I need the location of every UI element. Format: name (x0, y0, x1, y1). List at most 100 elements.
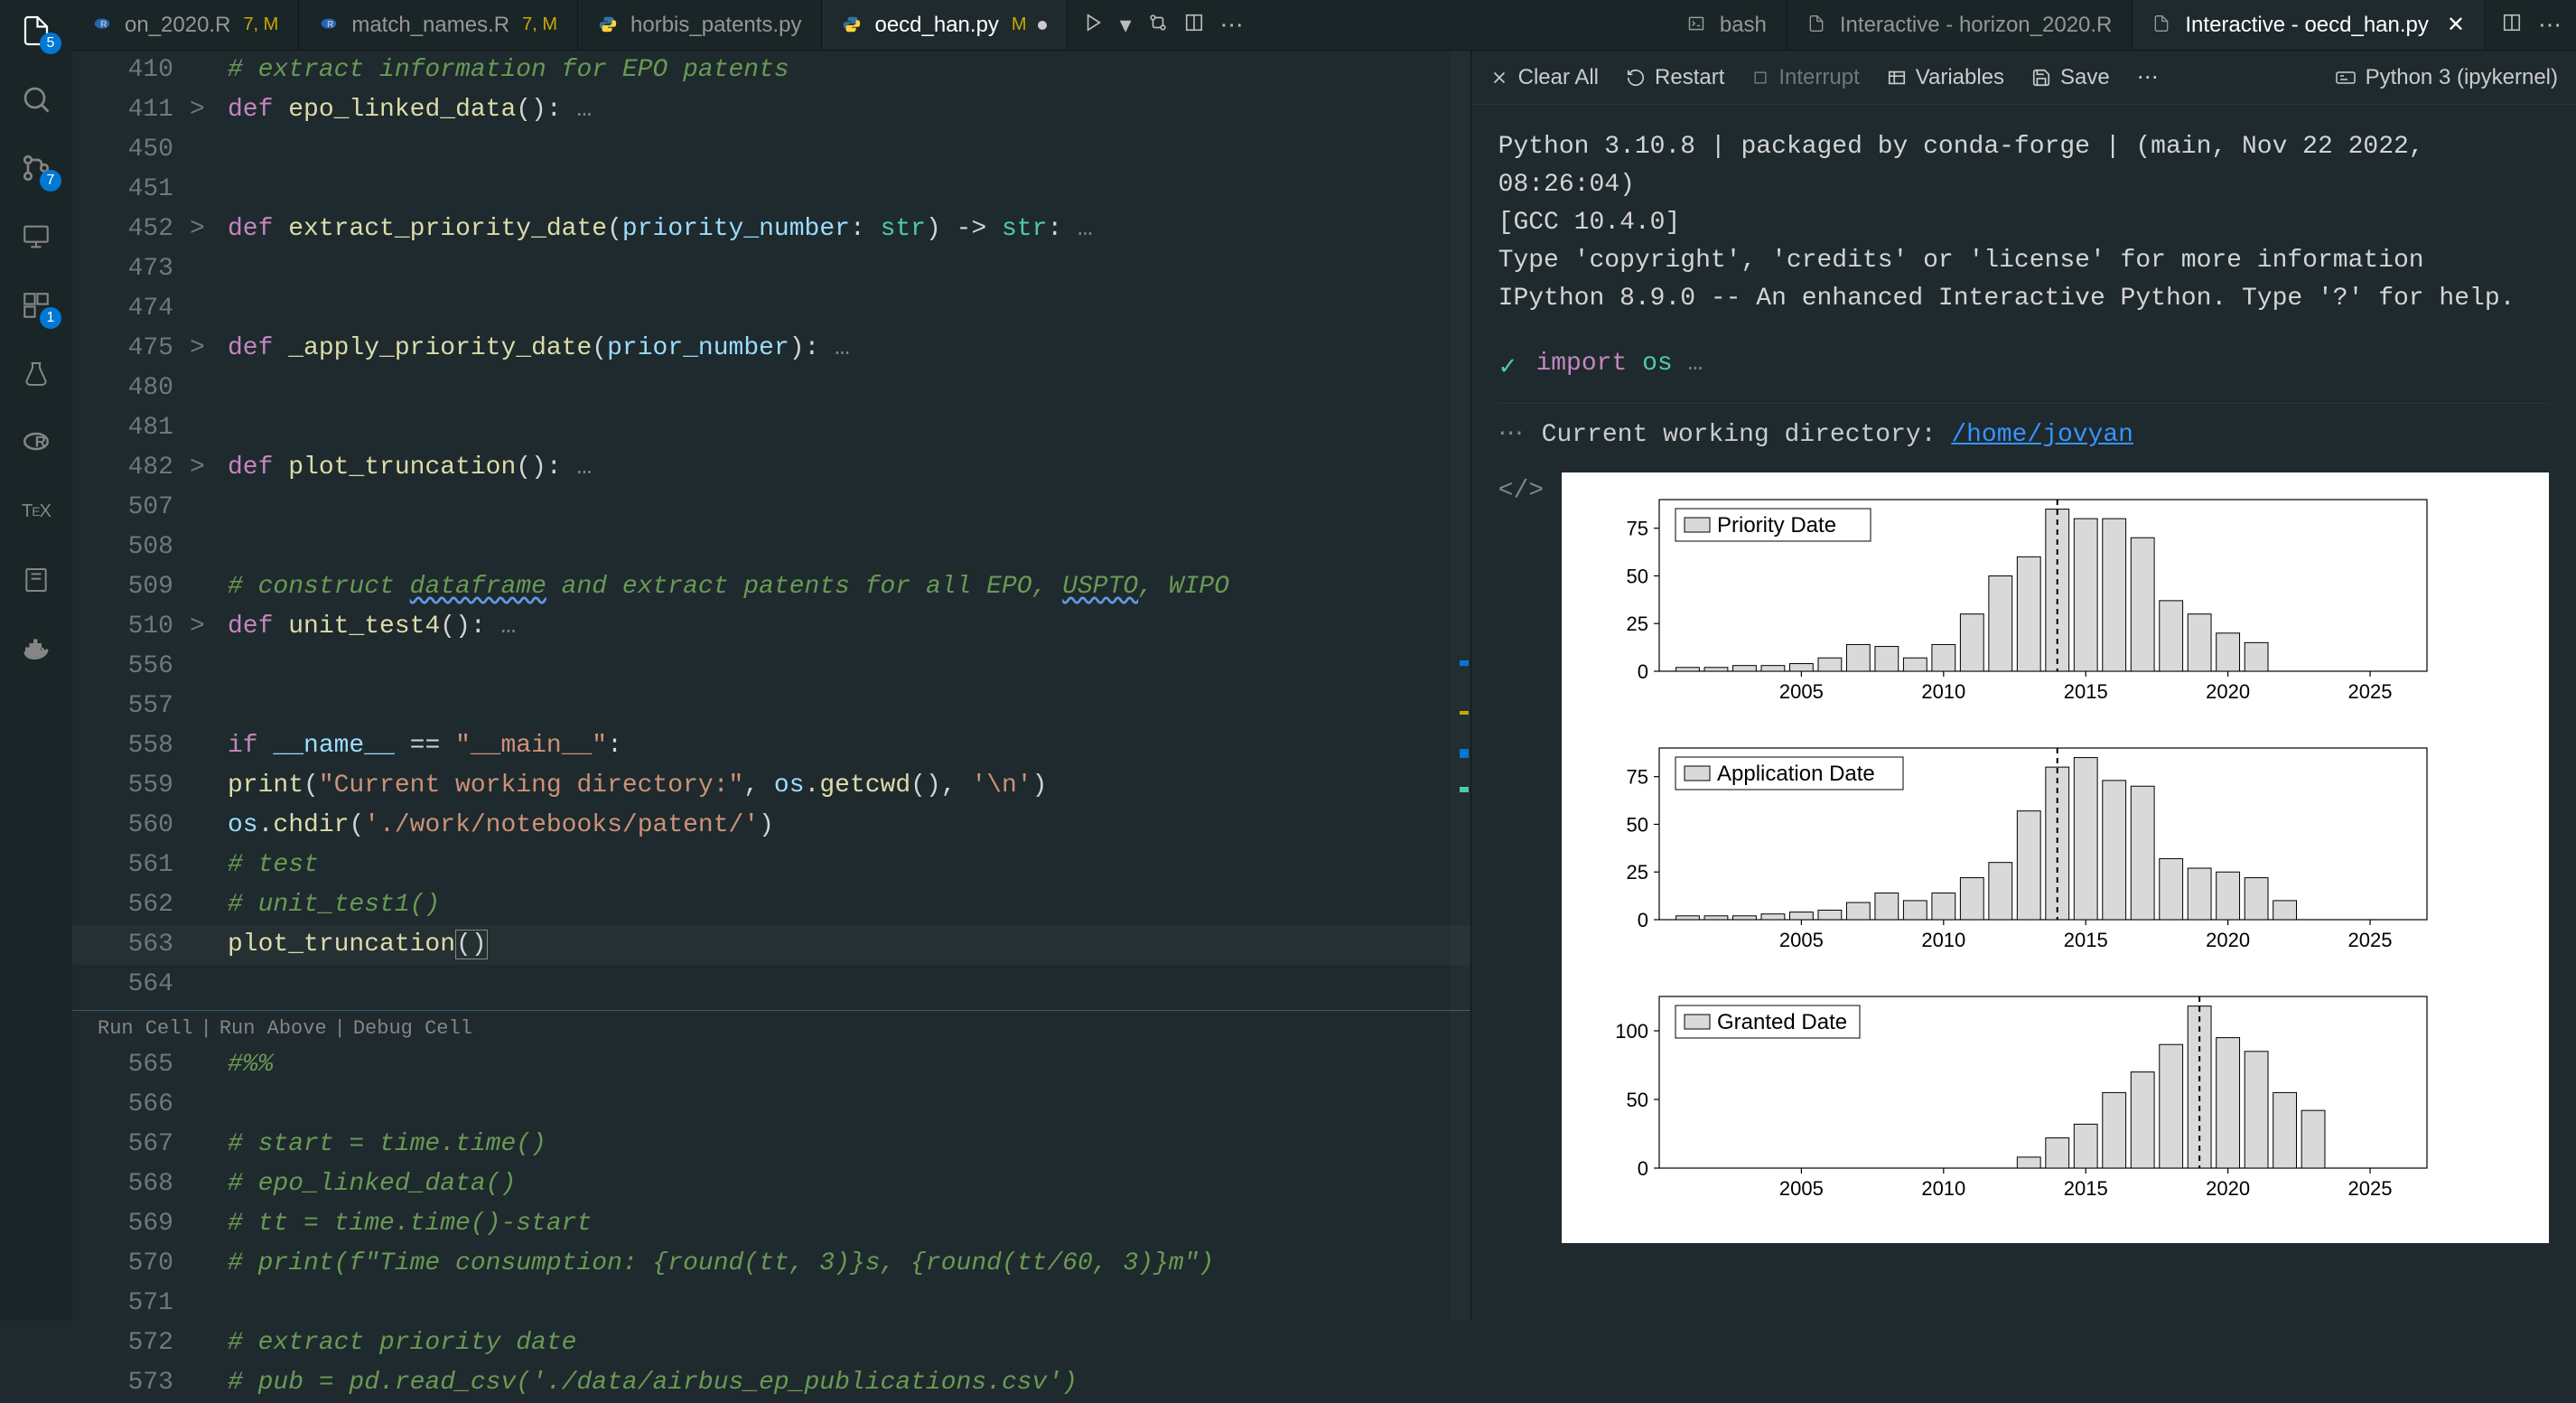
code-line[interactable]: 567 # start = time.time() (72, 1125, 1470, 1164)
interactive-tab[interactable]: Interactive - oecd_han.py✕ (2133, 0, 2486, 50)
code-line[interactable]: 563 plot_truncation() (72, 925, 1470, 965)
interrupt-button[interactable]: Interrupt (1751, 65, 1859, 90)
code-line[interactable]: 451 (72, 170, 1470, 210)
line-number: 473 (72, 249, 190, 289)
code-line[interactable]: 565#%% (72, 1045, 1470, 1085)
svg-text:2005: 2005 (1779, 1177, 1824, 1200)
fold-icon[interactable]: > (190, 448, 219, 488)
svg-text:2015: 2015 (2064, 680, 2108, 703)
code-line[interactable]: 410# extract information for EPO patents (72, 51, 1470, 90)
code-line[interactable]: 556 (72, 647, 1470, 687)
activity-extensions[interactable]: 1 (14, 284, 58, 327)
run-icon[interactable] (1084, 11, 1104, 39)
r-file-icon: R (92, 14, 114, 36)
code-line[interactable]: 559 print("Current working directory:", … (72, 766, 1470, 806)
code-editor[interactable]: 410# extract information for EPO patents… (72, 51, 1470, 1321)
svg-text:75: 75 (1627, 518, 1648, 540)
fold-icon[interactable]: > (190, 210, 219, 249)
code-line[interactable]: 509# construct dataframe and extract pat… (72, 567, 1470, 607)
code-line[interactable]: 561 # test (72, 846, 1470, 885)
code-line[interactable]: 482>def plot_truncation(): … (72, 448, 1470, 488)
code-line[interactable]: 508 (72, 528, 1470, 567)
clear-all-button[interactable]: Clear All (1489, 65, 1599, 90)
editor-tab[interactable]: horbis_patents.py (578, 0, 822, 50)
output-ellipsis-icon[interactable]: ⋯ (1498, 416, 1524, 454)
activity-book-icon[interactable] (14, 558, 58, 602)
code-line[interactable]: 571 (72, 1284, 1470, 1323)
more-right-icon[interactable]: ⋯ (2538, 11, 2562, 39)
editor-tab[interactable]: Rmatch_names.R7, M (299, 0, 578, 50)
activity-testing[interactable] (14, 352, 58, 396)
line-number: 573 (72, 1363, 190, 1403)
code-line[interactable]: 570 # print(f"Time consumption: {round(t… (72, 1244, 1470, 1284)
code-line[interactable]: 475>def _apply_priority_date(prior_numbe… (72, 329, 1470, 369)
cwd-link[interactable]: /home/jovyan (1951, 421, 2133, 449)
codelens: Run Cell | Run Above | Debug Cell (72, 1013, 1470, 1045)
git-compare-icon[interactable] (1148, 11, 1168, 39)
input-cell[interactable]: ✓ import os … (1498, 345, 2549, 387)
code-line[interactable]: 473 (72, 249, 1470, 289)
activity-remote[interactable] (14, 215, 58, 258)
code-toggle-icon[interactable]: </> (1498, 472, 1544, 510)
svg-text:100: 100 (1615, 1020, 1648, 1043)
code-line[interactable]: 510>def unit_test4(): … (72, 607, 1470, 647)
split-editor-right-icon[interactable] (2502, 11, 2522, 39)
activity-scm[interactable]: 7 (14, 146, 58, 190)
code-line[interactable]: 566 (72, 1085, 1470, 1125)
line-number: 570 (72, 1244, 190, 1284)
interactive-tab[interactable]: Interactive - horizon_2020.R (1787, 0, 2133, 50)
minimap[interactable] (1451, 51, 1470, 1321)
py-file-icon (842, 14, 863, 36)
code-line[interactable]: 564 (72, 965, 1470, 1005)
code-line[interactable]: 569 # tt = time.time()-start (72, 1204, 1470, 1244)
activity-r-icon[interactable]: R (14, 421, 58, 464)
code-line[interactable]: 572 # extract priority date (72, 1323, 1470, 1363)
codelens-run-above[interactable]: Run Above (219, 1009, 327, 1049)
chart-subplot: 025507520052010201520202025Application D… (1578, 732, 2472, 967)
line-number: 564 (72, 965, 190, 1005)
code-line[interactable]: 474 (72, 289, 1470, 329)
save-button[interactable]: Save (2031, 65, 2110, 90)
editor-tab[interactable]: oecd_han.pyM (822, 0, 1067, 50)
fold-icon[interactable]: > (190, 90, 219, 130)
activity-search[interactable] (14, 78, 58, 121)
line-number: 566 (72, 1085, 190, 1125)
line-number: 509 (72, 567, 190, 607)
svg-text:2020: 2020 (2206, 929, 2250, 951)
line-number: 561 (72, 846, 190, 885)
activity-explorer[interactable]: 5 (14, 9, 58, 52)
code-line[interactable]: 411>def epo_linked_data(): … (72, 90, 1470, 130)
line-number: 474 (72, 289, 190, 329)
kernel-picker[interactable]: Python 3 (ipykernel) (2335, 65, 2558, 90)
fold-icon[interactable]: > (190, 607, 219, 647)
tab-label: match_names.R (351, 13, 509, 38)
editor-tab[interactable]: Ron_2020.R7, M (72, 0, 299, 50)
activity-docker-icon[interactable] (14, 627, 58, 670)
more-icon[interactable]: ⋯ (1220, 11, 1244, 39)
activity-tex-icon[interactable]: TEX (14, 490, 58, 533)
more-toolbar-icon[interactable]: ⋯ (2137, 64, 2159, 90)
code-line[interactable]: 573 # pub = pd.read_csv('./data/airbus_e… (72, 1363, 1470, 1403)
split-editor-icon[interactable] (1184, 11, 1204, 39)
line-number: 556 (72, 647, 190, 687)
activity-bar: 5 7 1 R TEX (0, 0, 72, 1321)
close-icon[interactable]: ✕ (2447, 12, 2465, 38)
code-line[interactable]: 480 (72, 369, 1470, 408)
fold-icon[interactable]: > (190, 329, 219, 369)
code-line[interactable]: 452>def extract_priority_date(priority_n… (72, 210, 1470, 249)
code-line[interactable]: 481 (72, 408, 1470, 448)
variables-button[interactable]: Variables (1887, 65, 2004, 90)
code-line[interactable]: 562 # unit_test1() (72, 885, 1470, 925)
restart-button[interactable]: Restart (1626, 65, 1724, 90)
code-line[interactable]: 568 # epo_linked_data() (72, 1164, 1470, 1204)
code-line[interactable]: 560 os.chdir('./work/notebooks/patent/') (72, 806, 1470, 846)
code-line[interactable]: 507 (72, 488, 1470, 528)
chevron-down-icon[interactable]: ▾ (1120, 11, 1132, 39)
codelens-run-cell[interactable]: Run Cell (98, 1009, 193, 1049)
interactive-tab[interactable]: bash (1667, 0, 1787, 50)
codelens-debug-cell[interactable]: Debug Cell (353, 1009, 472, 1049)
line-number: 480 (72, 369, 190, 408)
code-line[interactable]: 557 (72, 687, 1470, 726)
code-line[interactable]: 450 (72, 130, 1470, 170)
code-line[interactable]: 558if __name__ == "__main__": (72, 726, 1470, 766)
